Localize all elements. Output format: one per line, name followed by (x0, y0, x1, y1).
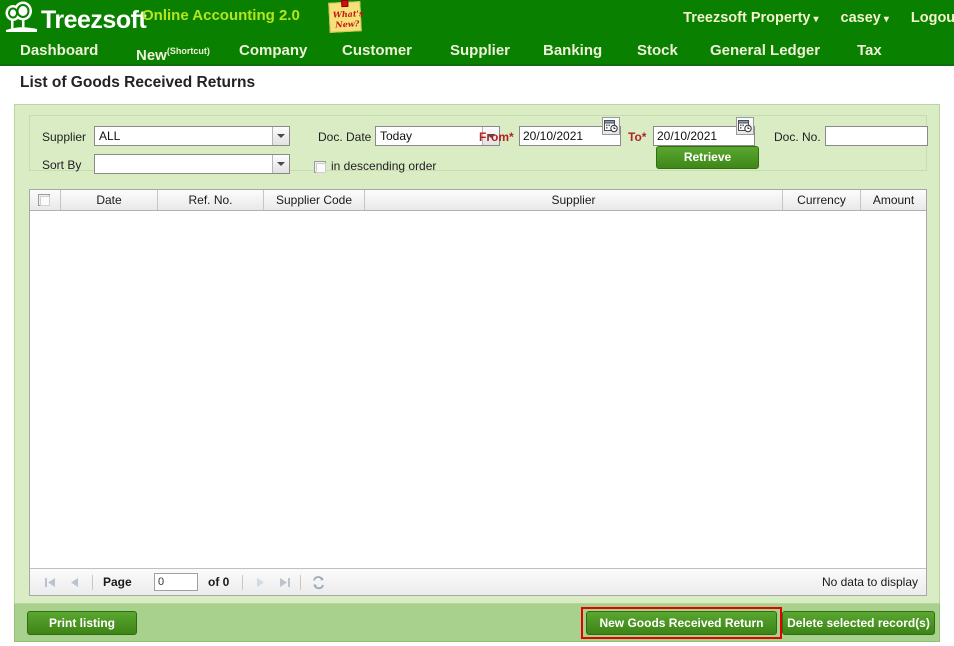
whats-new-line2: New? (335, 18, 360, 30)
logout-link[interactable]: Logout (911, 10, 954, 26)
page-label: Page (103, 575, 132, 589)
page-title: List of Goods Received Returns (20, 74, 256, 91)
descending-label: in descending order (331, 159, 437, 173)
previous-page-icon[interactable] (66, 574, 83, 591)
delete-selected-records-button[interactable]: Delete selected record(s) (782, 611, 935, 635)
company-switcher[interactable]: Treezsoft Property ▾ (683, 10, 818, 26)
brand-tagline: Online Accounting 2.0 (142, 7, 300, 24)
nav-label: Customer (342, 42, 413, 59)
chevron-down-icon (272, 155, 289, 173)
nav-item-customer[interactable]: Customer (342, 36, 412, 66)
whats-new-icon[interactable]: What's New? (328, 0, 364, 33)
nav-label: Tax (857, 42, 882, 59)
column-header-supplier-code[interactable]: Supplier Code (264, 190, 365, 210)
grid-body (30, 211, 926, 568)
descending-checkbox[interactable] (314, 161, 326, 173)
doc-date-label: Doc. Date (318, 130, 372, 144)
nav-item-dashboard[interactable]: Dashboard (20, 36, 98, 66)
doc-no-label: Doc. No. (774, 130, 821, 144)
company-name: Treezsoft Property (683, 10, 811, 26)
column-header-supplier[interactable]: Supplier (365, 190, 783, 210)
doc-date-value: Today (380, 129, 413, 143)
to-label: To* (628, 130, 647, 144)
chevron-down-icon (272, 127, 289, 145)
brand-name: Treezsoft (41, 5, 147, 34)
nav-item-new[interactable]: New(Shortcut) (136, 36, 210, 66)
retrieve-button[interactable]: Retrieve (656, 146, 759, 169)
new-goods-received-return-button[interactable]: New Goods Received Return (586, 611, 777, 635)
supplier-select[interactable]: ALL (94, 126, 290, 146)
logo-link[interactable]: Treezsoft (4, 1, 147, 36)
goods-received-returns-grid: Date Ref. No. Supplier Code Supplier Cur… (29, 189, 927, 596)
main-navigation: Dashboard New(Shortcut) Company Customer… (0, 36, 954, 66)
filter-panel: Supplier ALL Sort By in descending order… (29, 115, 928, 174)
from-label: From* (479, 130, 514, 144)
column-header-currency[interactable]: Currency (783, 190, 861, 210)
nav-item-general-ledger[interactable]: General Ledger (710, 36, 820, 66)
calendar-icon[interactable] (736, 117, 754, 135)
nav-item-supplier[interactable]: Supplier (450, 36, 510, 66)
user-name: casey (840, 10, 881, 26)
chevron-down-icon: ▾ (883, 14, 889, 25)
nav-item-tax[interactable]: Tax (857, 36, 882, 66)
page-number-input[interactable]: 0 (154, 573, 198, 591)
column-header-date[interactable]: Date (61, 190, 158, 210)
nav-label: Dashboard (20, 42, 99, 59)
nav-label: Banking (543, 42, 603, 59)
nav-label: Stock (637, 42, 678, 59)
column-header-amount[interactable]: Amount (861, 190, 926, 210)
nav-superscript: (Shortcut) (166, 46, 210, 56)
no-data-message: No data to display (821, 575, 918, 589)
select-all-checkbox[interactable] (38, 194, 50, 206)
next-page-icon[interactable] (252, 574, 269, 591)
print-listing-button[interactable]: Print listing (27, 611, 137, 635)
column-header-ref-no[interactable]: Ref. No. (158, 190, 264, 210)
pager-divider (242, 575, 243, 590)
sort-by-select[interactable] (94, 154, 290, 174)
from-date-value: 20/10/2021 (523, 129, 584, 143)
doc-no-input[interactable] (825, 126, 928, 146)
page-count-label: of 0 (208, 575, 230, 589)
nav-label: General Ledger (710, 42, 821, 59)
supplier-value: ALL (99, 129, 121, 143)
first-page-icon[interactable] (42, 574, 59, 591)
pin-icon (341, 0, 349, 8)
nav-item-banking[interactable]: Banking (543, 36, 602, 66)
last-page-icon[interactable] (276, 574, 293, 591)
sort-by-label: Sort By (42, 158, 82, 172)
refresh-icon[interactable] (310, 574, 327, 591)
grid-pager: Page 0 of 0 No data to display (30, 568, 926, 595)
user-menu[interactable]: casey ▾ (841, 10, 889, 26)
nav-item-stock[interactable]: Stock (637, 36, 678, 66)
calendar-icon[interactable] (602, 117, 620, 135)
pager-divider (92, 575, 93, 590)
action-bar: Print listing New Goods Received Return … (14, 604, 940, 642)
tree-logo-icon (4, 1, 40, 36)
pager-divider (300, 575, 301, 590)
nav-label: New (136, 47, 167, 64)
to-date-value: 20/10/2021 (657, 129, 718, 143)
nav-item-company[interactable]: Company (239, 36, 307, 66)
nav-label: Supplier (450, 42, 511, 59)
account-area: Treezsoft Property▾ casey▾ Logout (683, 0, 954, 36)
content-panel: Supplier ALL Sort By in descending order… (14, 104, 940, 604)
supplier-label: Supplier (42, 130, 87, 144)
grid-header-row: Date Ref. No. Supplier Code Supplier Cur… (30, 190, 926, 211)
select-all-header[interactable] (30, 190, 61, 210)
page-number-value: 0 (158, 576, 165, 588)
nav-label: Company (239, 42, 308, 59)
brand-header-bar: Treezsoft Online Accounting 2.0 What's N… (0, 0, 954, 36)
chevron-down-icon: ▾ (813, 14, 819, 25)
